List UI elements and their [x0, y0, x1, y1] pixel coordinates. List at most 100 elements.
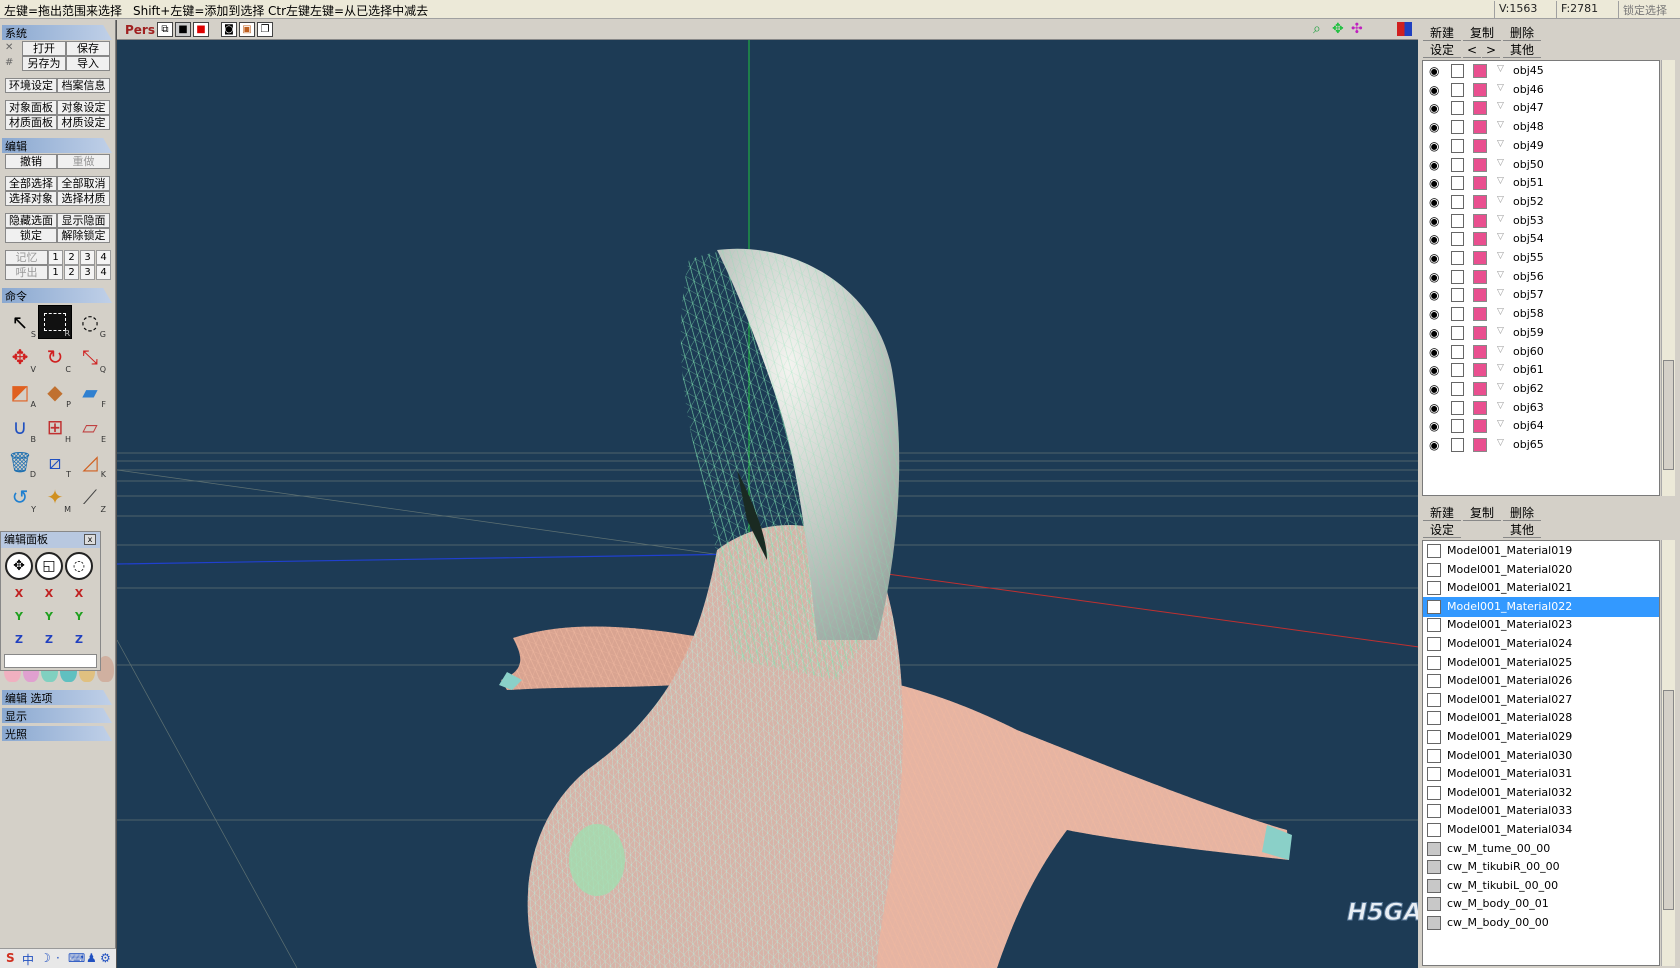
chevron-down-icon[interactable]: ▽: [1497, 401, 1504, 411]
material-checkbox[interactable]: [1427, 581, 1441, 596]
lock-checkbox[interactable]: [1451, 157, 1464, 172]
object-row[interactable]: ◉ ▽ obj58: [1423, 304, 1657, 324]
pointer-icon[interactable]: ↖ S: [3, 305, 37, 339]
material-checkbox[interactable]: [1427, 785, 1441, 800]
color-swatch[interactable]: [1473, 344, 1487, 359]
scene-canvas[interactable]: H5GAL: [117, 40, 1418, 968]
redo-button[interactable]: 重做: [57, 154, 110, 169]
mirror-icon[interactable]: ◿ K: [73, 445, 107, 479]
object-panel-button[interactable]: 对象面板: [5, 100, 57, 115]
lock-button[interactable]: 锁定: [5, 228, 57, 243]
view-mode-label[interactable]: Pers: [125, 23, 155, 37]
lock-checkbox[interactable]: [1451, 120, 1464, 135]
memory-slot-1[interactable]: 1: [48, 250, 63, 265]
scale-z-button[interactable]: Z: [35, 630, 63, 650]
lock-checkbox[interactable]: [1451, 101, 1464, 116]
lock-checkbox[interactable]: [1451, 325, 1464, 340]
select-object-button[interactable]: 选择对象: [5, 191, 57, 206]
material-row[interactable]: Model001_Material025: [1423, 653, 1659, 673]
color-swatch[interactable]: [1473, 101, 1487, 116]
material-row[interactable]: Model001_Material024: [1423, 634, 1659, 654]
eye-icon[interactable]: ◉: [1429, 120, 1439, 134]
eye-icon[interactable]: ◉: [1429, 195, 1439, 209]
deselect-all-button[interactable]: 全部取消: [57, 176, 110, 191]
material-row[interactable]: Model001_Material030: [1423, 746, 1659, 766]
eye-icon[interactable]: ◉: [1429, 158, 1439, 172]
chevron-down-icon[interactable]: ▽: [1497, 363, 1504, 373]
lock-checkbox[interactable]: [1451, 438, 1464, 452]
material-row[interactable]: Model001_Material023: [1423, 615, 1659, 635]
eye-icon[interactable]: ◉: [1429, 401, 1439, 415]
lock-checkbox[interactable]: [1451, 194, 1464, 209]
undo-button[interactable]: 撤销: [5, 154, 57, 169]
lock-checkbox[interactable]: [1451, 269, 1464, 284]
material-checkbox[interactable]: [1427, 897, 1441, 912]
object-row[interactable]: ◉ ▽ obj51: [1423, 173, 1657, 193]
knife-icon[interactable]: ⧄ T: [38, 445, 72, 479]
edit-header[interactable]: 编辑: [2, 138, 112, 153]
eye-icon[interactable]: ◉: [1429, 326, 1439, 340]
material-checkbox[interactable]: [1427, 562, 1441, 577]
save-button[interactable]: 保存: [66, 41, 110, 56]
material-checkbox[interactable]: [1427, 692, 1441, 707]
material-row[interactable]: Model001_Material019: [1423, 541, 1659, 561]
lock-checkbox[interactable]: [1451, 213, 1464, 228]
eye-icon[interactable]: ◉: [1429, 139, 1439, 153]
ime-logo-icon[interactable]: S: [6, 951, 15, 965]
object-list[interactable]: ◉ ▽ obj45 ◉ ▽ obj46 ◉ ▽ obj47 ◉ ▽ obj48 ◉ ▽ obj49 ◉ ▽ obj…: [1422, 60, 1660, 496]
material-other-button[interactable]: 其他: [1503, 522, 1541, 538]
lock-checkbox[interactable]: [1451, 138, 1464, 153]
material-row[interactable]: cw_M_tikubiL_00_00: [1423, 876, 1659, 896]
system-header[interactable]: 系统: [2, 25, 112, 40]
material-checkbox[interactable]: [1427, 730, 1441, 744]
save-as-button[interactable]: 另存为: [22, 56, 66, 71]
rotate-z-button[interactable]: Z: [65, 630, 93, 650]
move-handle-icon[interactable]: ✥: [5, 552, 33, 580]
recall-slot-1[interactable]: 1: [48, 265, 63, 280]
eye-icon[interactable]: ◉: [1429, 382, 1439, 396]
material-row[interactable]: Model001_Material029: [1423, 727, 1659, 747]
keyboard-icon[interactable]: ⌨: [68, 951, 85, 965]
chevron-down-icon[interactable]: ▽: [1497, 120, 1504, 130]
lock-checkbox[interactable]: [1451, 251, 1464, 265]
scrollbar-thumb[interactable]: [1663, 360, 1674, 470]
object-row[interactable]: ◉ ▽ obj65: [1423, 435, 1657, 455]
material-settings-button[interactable]: 设定: [1423, 522, 1461, 538]
material-checkbox[interactable]: [1427, 637, 1441, 651]
object-new-button[interactable]: 新建: [1423, 25, 1461, 41]
material-row[interactable]: Model001_Material027: [1423, 690, 1659, 710]
color-swatch[interactable]: [1473, 288, 1487, 303]
object-next-button[interactable]: >: [1482, 42, 1500, 58]
color-swatch[interactable]: [1473, 194, 1487, 209]
object-row[interactable]: ◉ ▽ obj49: [1423, 136, 1657, 156]
material-row[interactable]: Model001_Material033: [1423, 801, 1659, 821]
eye-icon[interactable]: ◉: [1429, 270, 1439, 284]
command-header[interactable]: 命令: [2, 288, 112, 303]
chevron-down-icon[interactable]: ▽: [1497, 64, 1504, 74]
object-row[interactable]: ◉ ▽ obj54: [1423, 229, 1657, 249]
edit-value-field[interactable]: [4, 654, 97, 668]
color-swatch[interactable]: [1473, 363, 1487, 378]
color-swatch[interactable]: [1473, 438, 1487, 452]
object-row[interactable]: ◉ ▽ obj63: [1423, 398, 1657, 418]
material-checkbox[interactable]: [1427, 599, 1441, 614]
lock-checkbox[interactable]: [1451, 400, 1464, 415]
color-swatch[interactable]: [1473, 138, 1487, 153]
red-square-icon[interactable]: ■: [193, 22, 209, 37]
lock-checkbox[interactable]: [1451, 381, 1464, 396]
ime-lang-icon[interactable]: 中: [22, 951, 34, 968]
chevron-down-icon[interactable]: ▽: [1497, 270, 1504, 280]
lock-checkbox[interactable]: [1451, 288, 1464, 303]
color-swatch[interactable]: [1473, 213, 1487, 228]
material-checkbox[interactable]: [1427, 544, 1441, 558]
memory-slot-3[interactable]: 3: [80, 250, 95, 265]
unlock-button[interactable]: 解除锁定: [57, 228, 110, 243]
lock-checkbox[interactable]: [1451, 307, 1464, 322]
eye-icon[interactable]: ◉: [1429, 307, 1439, 321]
eye-icon[interactable]: ◉: [1429, 419, 1439, 433]
material-checkbox[interactable]: [1427, 711, 1441, 726]
chevron-down-icon[interactable]: ▽: [1497, 139, 1504, 149]
scale-x-button[interactable]: X: [35, 584, 63, 604]
show-hidden-button[interactable]: 显示隐面: [57, 213, 110, 228]
punct-icon[interactable]: ·: [56, 951, 60, 965]
